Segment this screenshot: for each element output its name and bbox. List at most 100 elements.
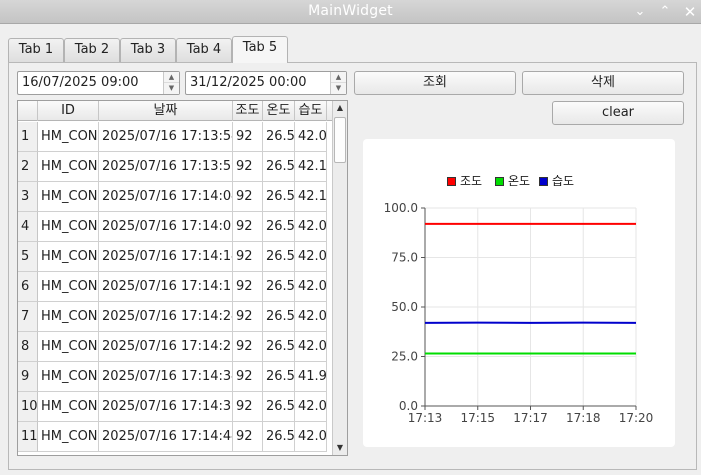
cell-id[interactable]: HM_CON xyxy=(38,362,99,392)
header-id[interactable]: ID xyxy=(38,101,99,121)
cell-id[interactable]: HM_CON xyxy=(38,182,99,212)
cell-hum[interactable]: 41.9 xyxy=(295,362,327,392)
tab-3[interactable]: Tab 3 xyxy=(120,38,176,62)
row-number[interactable]: 1 xyxy=(18,122,38,152)
cell-date[interactable]: 2025/07/16 17:14:14 xyxy=(99,242,233,272)
cell-temp[interactable]: 26.5 xyxy=(263,152,295,182)
row-number[interactable]: 4 xyxy=(18,212,38,242)
tab-5[interactable]: Tab 5 xyxy=(232,36,288,63)
cell-temp[interactable]: 26.5 xyxy=(263,122,295,152)
cell-lux[interactable]: 92 xyxy=(233,392,263,422)
y-tick-label: 100.0 xyxy=(384,201,418,215)
step-up-icon[interactable]: ▲ xyxy=(331,72,346,83)
cell-temp[interactable]: 26.5 xyxy=(263,242,295,272)
cell-lux[interactable]: 92 xyxy=(233,332,263,362)
query-button[interactable]: 조회 xyxy=(354,71,516,95)
legend-swatch-red xyxy=(447,177,456,186)
delete-button[interactable]: 삭제 xyxy=(522,71,684,95)
cell-hum[interactable]: 42.1 xyxy=(295,182,327,212)
cell-id[interactable]: HM_CON xyxy=(38,302,99,332)
scroll-thumb[interactable] xyxy=(334,117,346,163)
cell-id[interactable]: HM_CON xyxy=(38,332,99,362)
start-datetime-field[interactable]: 16/07/2025 09:00 ▲ ▼ xyxy=(17,71,180,95)
end-datetime-field[interactable]: 31/12/2025 00:00 ▲ ▼ xyxy=(185,71,347,95)
legend-label-lux: 조도 xyxy=(460,174,483,188)
row-number[interactable]: 2 xyxy=(18,152,38,182)
cell-lux[interactable]: 92 xyxy=(233,362,263,392)
cell-lux[interactable]: 92 xyxy=(233,212,263,242)
cell-hum[interactable]: 42.0 xyxy=(295,272,327,302)
row-number[interactable]: 8 xyxy=(18,332,38,362)
step-up-icon[interactable]: ▲ xyxy=(164,72,179,83)
cell-lux[interactable]: 92 xyxy=(233,182,263,212)
chart-panel: 조도 온도 습도 0.0 25.0 50.0 75.0 100.0 17:13 17:15 1… xyxy=(363,139,675,447)
cell-temp[interactable]: 26.5 xyxy=(263,212,295,242)
cell-temp[interactable]: 26.5 xyxy=(263,422,295,452)
tab-2[interactable]: Tab 2 xyxy=(64,38,120,62)
cell-id[interactable]: HM_CON xyxy=(38,152,99,182)
header-lux[interactable]: 조도 xyxy=(233,101,263,121)
cell-lux[interactable]: 92 xyxy=(233,302,263,332)
row-number[interactable]: 6 xyxy=(18,272,38,302)
cell-id[interactable]: HM_CON xyxy=(38,212,99,242)
cell-date[interactable]: 2025/07/16 17:14:34 xyxy=(99,362,233,392)
cell-temp[interactable]: 26.5 xyxy=(263,272,295,302)
close-icon[interactable]: ✕ xyxy=(680,2,700,22)
cell-date[interactable]: 2025/07/16 17:14:04 xyxy=(99,182,233,212)
scroll-down-icon[interactable]: ▼ xyxy=(333,441,347,455)
cell-temp[interactable]: 26.5 xyxy=(263,302,295,332)
table-header: ID 날짜 조도 온도 습도 xyxy=(18,101,333,121)
cell-date[interactable]: 2025/07/16 17:14:09 xyxy=(99,212,233,242)
row-number[interactable]: 9 xyxy=(18,362,38,392)
cell-hum[interactable]: 42.0 xyxy=(295,332,327,362)
tab-4[interactable]: Tab 4 xyxy=(176,38,232,62)
minimize-icon[interactable]: ⌄ xyxy=(630,2,650,22)
step-down-icon[interactable]: ▼ xyxy=(331,83,346,94)
cell-date[interactable]: 2025/07/16 17:14:39 xyxy=(99,392,233,422)
cell-temp[interactable]: 26.5 xyxy=(263,392,295,422)
cell-date[interactable]: 2025/07/16 17:13:59 xyxy=(99,152,233,182)
scroll-up-icon[interactable]: ▲ xyxy=(333,101,347,115)
legend-swatch-green xyxy=(495,177,504,186)
header-date[interactable]: 날짜 xyxy=(99,101,233,121)
cell-id[interactable]: HM_CON xyxy=(38,242,99,272)
table-scrollbar[interactable]: ▲ ▼ xyxy=(332,101,347,455)
cell-hum[interactable]: 42.0 xyxy=(295,392,327,422)
tab-1[interactable]: Tab 1 xyxy=(8,38,64,62)
step-down-icon[interactable]: ▼ xyxy=(164,83,179,94)
header-temp[interactable]: 온도 xyxy=(263,101,295,121)
cell-hum[interactable]: 42.0 xyxy=(295,212,327,242)
cell-id[interactable]: HM_CON xyxy=(38,272,99,302)
cell-hum[interactable]: 42.0 xyxy=(295,122,327,152)
cell-lux[interactable]: 92 xyxy=(233,122,263,152)
cell-date[interactable]: 2025/07/16 17:14:24 xyxy=(99,302,233,332)
cell-hum[interactable]: 42.0 xyxy=(295,242,327,272)
clear-button[interactable]: clear xyxy=(552,101,684,125)
cell-lux[interactable]: 92 xyxy=(233,152,263,182)
cell-lux[interactable]: 92 xyxy=(233,422,263,452)
cell-date[interactable]: 2025/07/16 17:14:44 xyxy=(99,422,233,452)
maximize-icon[interactable]: ⌃ xyxy=(655,2,675,22)
row-number[interactable]: 3 xyxy=(18,182,38,212)
cell-lux[interactable]: 92 xyxy=(233,242,263,272)
cell-date[interactable]: 2025/07/16 17:14:29 xyxy=(99,332,233,362)
cell-id[interactable]: HM_CON xyxy=(38,422,99,452)
cell-id[interactable]: HM_CON xyxy=(38,122,99,152)
cell-date[interactable]: 2025/07/16 17:14:19 xyxy=(99,272,233,302)
cell-temp[interactable]: 26.5 xyxy=(263,182,295,212)
cell-id[interactable]: HM_CON xyxy=(38,392,99,422)
row-number[interactable]: 5 xyxy=(18,242,38,272)
row-number[interactable]: 10 xyxy=(18,392,38,422)
legend-item-temp: 온도 xyxy=(495,172,530,189)
row-number[interactable]: 11 xyxy=(18,422,38,452)
header-hum[interactable]: 습도 xyxy=(295,101,327,121)
cell-temp[interactable]: 26.5 xyxy=(263,362,295,392)
row-number[interactable]: 7 xyxy=(18,302,38,332)
cell-hum[interactable]: 42.0 xyxy=(295,422,327,452)
cell-temp[interactable]: 26.5 xyxy=(263,332,295,362)
cell-hum[interactable]: 42.1 xyxy=(295,152,327,182)
cell-date[interactable]: 2025/07/16 17:13:54 xyxy=(99,122,233,152)
cell-hum[interactable]: 42.0 xyxy=(295,302,327,332)
legend-swatch-blue xyxy=(539,177,548,186)
cell-lux[interactable]: 92 xyxy=(233,272,263,302)
